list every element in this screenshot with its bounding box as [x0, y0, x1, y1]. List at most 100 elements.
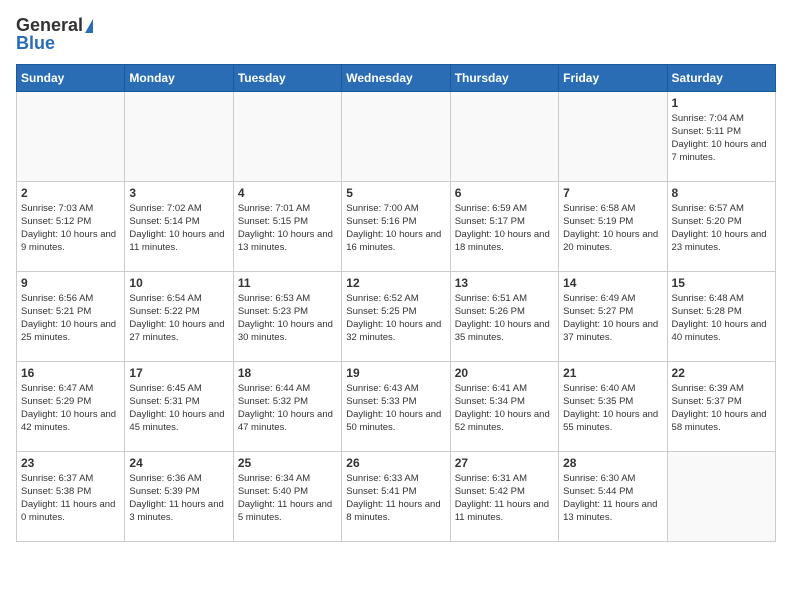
day-info: Sunrise: 6:37 AM Sunset: 5:38 PM Dayligh…: [21, 472, 120, 525]
day-number: 25: [238, 456, 337, 470]
weekday-header-sunday: Sunday: [17, 64, 125, 91]
day-info: Sunrise: 6:30 AM Sunset: 5:44 PM Dayligh…: [563, 472, 662, 525]
day-info: Sunrise: 6:44 AM Sunset: 5:32 PM Dayligh…: [238, 382, 337, 435]
calendar-cell: 19 Sunrise: 6:43 AM Sunset: 5:33 PM Dayli…: [342, 361, 450, 451]
logo-triangle-icon: [85, 19, 93, 33]
day-number: 18: [238, 366, 337, 380]
calendar-cell: [450, 91, 558, 181]
day-number: 24: [129, 456, 228, 470]
page-header: General Blue: [16, 16, 776, 54]
weekday-header-friday: Friday: [559, 64, 667, 91]
day-number: 13: [455, 276, 554, 290]
calendar-cell: 25 Sunrise: 6:34 AM Sunset: 5:40 PM Dayli…: [233, 451, 341, 541]
day-info: Sunrise: 6:47 AM Sunset: 5:29 PM Dayligh…: [21, 382, 120, 435]
calendar-cell: 26 Sunrise: 6:33 AM Sunset: 5:41 PM Dayli…: [342, 451, 450, 541]
calendar-header-row: SundayMondayTuesdayWednesdayThursdayFrid…: [17, 64, 776, 91]
day-info: Sunrise: 6:48 AM Sunset: 5:28 PM Dayligh…: [672, 292, 771, 345]
day-number: 3: [129, 186, 228, 200]
day-info: Sunrise: 6:40 AM Sunset: 5:35 PM Dayligh…: [563, 382, 662, 435]
calendar-cell: [125, 91, 233, 181]
day-number: 19: [346, 366, 445, 380]
day-number: 11: [238, 276, 337, 290]
day-number: 27: [455, 456, 554, 470]
day-number: 26: [346, 456, 445, 470]
day-number: 4: [238, 186, 337, 200]
calendar-week-row-4: 16 Sunrise: 6:47 AM Sunset: 5:29 PM Dayli…: [17, 361, 776, 451]
day-number: 15: [672, 276, 771, 290]
calendar-cell: 10 Sunrise: 6:54 AM Sunset: 5:22 PM Dayli…: [125, 271, 233, 361]
calendar-cell: 28 Sunrise: 6:30 AM Sunset: 5:44 PM Dayli…: [559, 451, 667, 541]
calendar-cell: 4 Sunrise: 7:01 AM Sunset: 5:15 PM Daylig…: [233, 181, 341, 271]
calendar-week-row-2: 2 Sunrise: 7:03 AM Sunset: 5:12 PM Daylig…: [17, 181, 776, 271]
day-number: 10: [129, 276, 228, 290]
day-info: Sunrise: 6:56 AM Sunset: 5:21 PM Dayligh…: [21, 292, 120, 345]
calendar-cell: 27 Sunrise: 6:31 AM Sunset: 5:42 PM Dayli…: [450, 451, 558, 541]
day-number: 20: [455, 366, 554, 380]
day-info: Sunrise: 6:51 AM Sunset: 5:26 PM Dayligh…: [455, 292, 554, 345]
day-number: 8: [672, 186, 771, 200]
day-number: 2: [21, 186, 120, 200]
day-number: 5: [346, 186, 445, 200]
weekday-header-tuesday: Tuesday: [233, 64, 341, 91]
calendar-cell: 1Sunrise: 7:04 AM Sunset: 5:11 PM Daylig…: [667, 91, 775, 181]
calendar-cell: 2 Sunrise: 7:03 AM Sunset: 5:12 PM Daylig…: [17, 181, 125, 271]
day-info: Sunrise: 6:31 AM Sunset: 5:42 PM Dayligh…: [455, 472, 554, 525]
day-info: Sunrise: 6:52 AM Sunset: 5:25 PM Dayligh…: [346, 292, 445, 345]
day-info: Sunrise: 7:01 AM Sunset: 5:15 PM Dayligh…: [238, 202, 337, 255]
calendar-cell: 23 Sunrise: 6:37 AM Sunset: 5:38 PM Dayli…: [17, 451, 125, 541]
calendar-cell: 14 Sunrise: 6:49 AM Sunset: 5:27 PM Dayli…: [559, 271, 667, 361]
calendar-cell: 9 Sunrise: 6:56 AM Sunset: 5:21 PM Daylig…: [17, 271, 125, 361]
weekday-header-thursday: Thursday: [450, 64, 558, 91]
day-info: Sunrise: 6:34 AM Sunset: 5:40 PM Dayligh…: [238, 472, 337, 525]
day-info: Sunrise: 6:45 AM Sunset: 5:31 PM Dayligh…: [129, 382, 228, 435]
day-number: 9: [21, 276, 120, 290]
weekday-header-monday: Monday: [125, 64, 233, 91]
day-number: 16: [21, 366, 120, 380]
day-info: Sunrise: 6:43 AM Sunset: 5:33 PM Dayligh…: [346, 382, 445, 435]
logo-blue-text: Blue: [16, 34, 55, 54]
day-number: 22: [672, 366, 771, 380]
day-number: 12: [346, 276, 445, 290]
calendar-cell: 6Sunrise: 6:59 AM Sunset: 5:17 PM Daylig…: [450, 181, 558, 271]
day-info: Sunrise: 6:39 AM Sunset: 5:37 PM Dayligh…: [672, 382, 771, 435]
calendar-cell: 16 Sunrise: 6:47 AM Sunset: 5:29 PM Dayli…: [17, 361, 125, 451]
calendar-cell: 12 Sunrise: 6:52 AM Sunset: 5:25 PM Dayli…: [342, 271, 450, 361]
day-info: Sunrise: 6:59 AM Sunset: 5:17 PM Dayligh…: [455, 202, 554, 255]
calendar-cell: 8 Sunrise: 6:57 AM Sunset: 5:20 PM Daylig…: [667, 181, 775, 271]
day-info: Sunrise: 6:49 AM Sunset: 5:27 PM Dayligh…: [563, 292, 662, 345]
calendar-cell: 18 Sunrise: 6:44 AM Sunset: 5:32 PM Dayli…: [233, 361, 341, 451]
calendar-cell: 13 Sunrise: 6:51 AM Sunset: 5:26 PM Dayli…: [450, 271, 558, 361]
day-number: 28: [563, 456, 662, 470]
calendar-cell: 5 Sunrise: 7:00 AM Sunset: 5:16 PM Daylig…: [342, 181, 450, 271]
day-info: Sunrise: 6:53 AM Sunset: 5:23 PM Dayligh…: [238, 292, 337, 345]
calendar-cell: 7Sunrise: 6:58 AM Sunset: 5:19 PM Daylig…: [559, 181, 667, 271]
calendar-cell: 17Sunrise: 6:45 AM Sunset: 5:31 PM Dayli…: [125, 361, 233, 451]
weekday-header-wednesday: Wednesday: [342, 64, 450, 91]
calendar-week-row-3: 9 Sunrise: 6:56 AM Sunset: 5:21 PM Daylig…: [17, 271, 776, 361]
calendar-cell: 11 Sunrise: 6:53 AM Sunset: 5:23 PM Dayli…: [233, 271, 341, 361]
calendar-cell: 21 Sunrise: 6:40 AM Sunset: 5:35 PM Dayli…: [559, 361, 667, 451]
calendar-cell: 3Sunrise: 7:02 AM Sunset: 5:14 PM Daylig…: [125, 181, 233, 271]
calendar-cell: [559, 91, 667, 181]
day-info: Sunrise: 6:33 AM Sunset: 5:41 PM Dayligh…: [346, 472, 445, 525]
calendar-week-row-5: 23 Sunrise: 6:37 AM Sunset: 5:38 PM Dayli…: [17, 451, 776, 541]
day-info: Sunrise: 7:04 AM Sunset: 5:11 PM Dayligh…: [672, 112, 771, 165]
weekday-header-saturday: Saturday: [667, 64, 775, 91]
calendar-cell: 20 Sunrise: 6:41 AM Sunset: 5:34 PM Dayli…: [450, 361, 558, 451]
day-info: Sunrise: 6:41 AM Sunset: 5:34 PM Dayligh…: [455, 382, 554, 435]
calendar-cell: 24Sunrise: 6:36 AM Sunset: 5:39 PM Dayli…: [125, 451, 233, 541]
day-info: Sunrise: 6:57 AM Sunset: 5:20 PM Dayligh…: [672, 202, 771, 255]
calendar-cell: 22 Sunrise: 6:39 AM Sunset: 5:37 PM Dayli…: [667, 361, 775, 451]
day-info: Sunrise: 7:00 AM Sunset: 5:16 PM Dayligh…: [346, 202, 445, 255]
logo: General Blue: [16, 16, 93, 54]
calendar-week-row-1: 1Sunrise: 7:04 AM Sunset: 5:11 PM Daylig…: [17, 91, 776, 181]
day-number: 23: [21, 456, 120, 470]
day-number: 21: [563, 366, 662, 380]
calendar-cell: [233, 91, 341, 181]
day-number: 14: [563, 276, 662, 290]
calendar-table: SundayMondayTuesdayWednesdayThursdayFrid…: [16, 64, 776, 542]
day-info: Sunrise: 6:54 AM Sunset: 5:22 PM Dayligh…: [129, 292, 228, 345]
day-info: Sunrise: 7:03 AM Sunset: 5:12 PM Dayligh…: [21, 202, 120, 255]
calendar-cell: [342, 91, 450, 181]
calendar-cell: [667, 451, 775, 541]
